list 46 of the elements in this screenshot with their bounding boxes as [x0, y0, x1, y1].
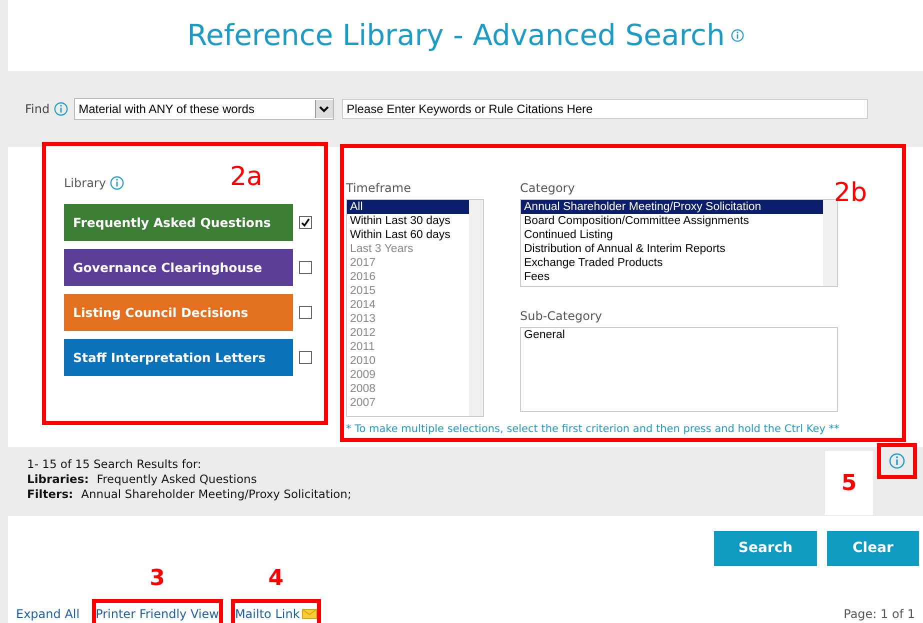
find-label: Find: [25, 102, 50, 116]
annotation-label: 3: [150, 566, 165, 591]
subcategory-list[interactable]: General: [520, 327, 838, 412]
info-icon[interactable]: [54, 102, 68, 116]
info-icon[interactable]: [110, 176, 124, 190]
annotation-label: 2a: [230, 162, 262, 192]
checkbox[interactable]: [299, 351, 312, 364]
library-button[interactable]: Frequently Asked Questions: [64, 204, 293, 242]
list-option[interactable]: Fees: [521, 270, 823, 284]
footer-link[interactable]: Expand All: [16, 606, 80, 621]
checkbox[interactable]: [299, 261, 312, 274]
list-option[interactable]: Distribution of Annual & Interim Reports: [521, 242, 823, 256]
annotation-label: 5: [841, 470, 857, 496]
library-label: Library: [64, 176, 106, 190]
info-icon[interactable]: [730, 28, 744, 42]
results-filter-line: Libraries: Frequently Asked Questions: [27, 472, 258, 486]
footer-link[interactable]: Mailto Link: [234, 606, 300, 621]
footer-link[interactable]: Printer Friendly View: [96, 606, 219, 621]
scrollbar[interactable]: [469, 200, 483, 416]
timeframe-label: Timeframe: [346, 181, 412, 196]
library-button[interactable]: Governance Clearinghouse: [64, 249, 293, 286]
category-label: Category: [520, 181, 576, 196]
match-mode-select[interactable]: Material with ANY of these words: [74, 98, 334, 120]
list-option[interactable]: Within Last 60 days: [347, 228, 469, 242]
keyword-field[interactable]: Please Enter Keywords or Rule Citations Here: [342, 99, 868, 120]
list-option[interactable]: All: [347, 200, 469, 214]
library-button[interactable]: Staff Interpretation Letters: [64, 339, 293, 376]
checkbox[interactable]: [299, 216, 312, 230]
hint-text: * To make multiple selections, select the first criterion and then press and hold the Ctrl Key **: [345, 423, 840, 436]
list-option[interactable]: Continued Listing: [521, 228, 823, 242]
scrollbar[interactable]: [823, 200, 837, 286]
envelope-icon[interactable]: [302, 608, 317, 619]
results-filter-line: Filters: Annual Shareholder Meeting/Proxy Solicitation;: [27, 487, 352, 502]
list-option[interactable]: Board Composition/Committee Assignments: [521, 214, 823, 228]
list-option[interactable]: Within Last 30 days: [347, 214, 469, 228]
page-title: Reference Library - Advanced Search: [187, 18, 725, 52]
annotation-label: 4: [268, 566, 284, 591]
list-option[interactable]: General: [521, 328, 837, 342]
results-summary: 1- 15 of 15 Search Results for:: [27, 457, 202, 472]
info-icon[interactable]: [889, 453, 905, 470]
dropdown-icon: [319, 106, 330, 113]
list-option[interactable]: Annual Shareholder Meeting/Proxy Solicitation: [521, 200, 823, 214]
checkbox[interactable]: [299, 306, 312, 320]
page-indicator: Page: 1 of 1: [844, 606, 915, 623]
list-option[interactable]: Exchange Traded Products: [521, 256, 823, 270]
subcategory-label: Sub-Category: [520, 309, 603, 324]
